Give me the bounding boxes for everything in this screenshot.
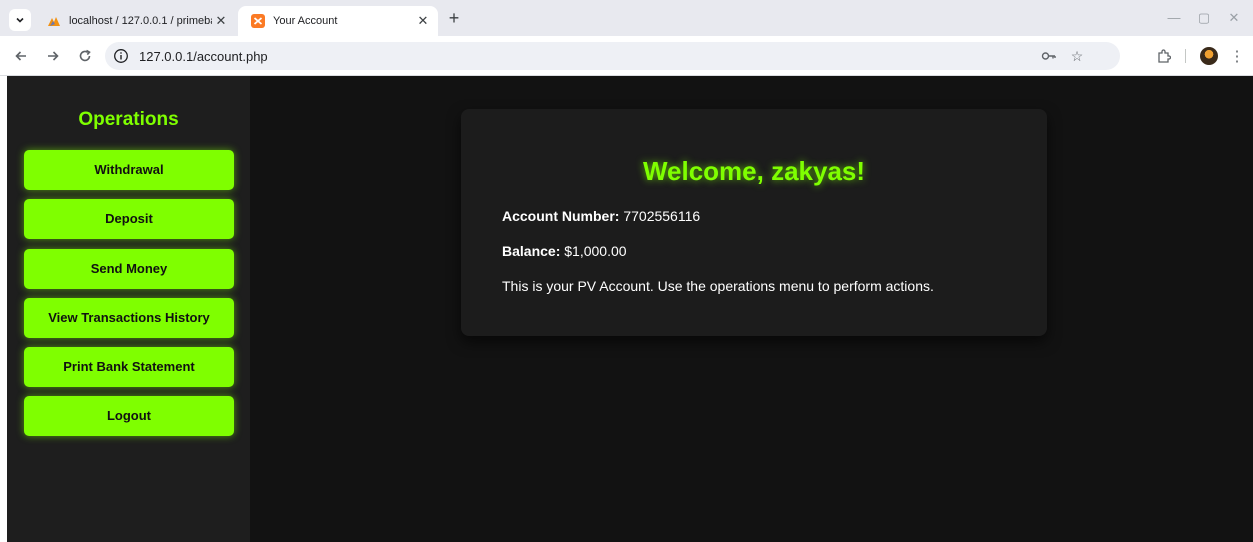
close-tab-icon[interactable]: ✕	[414, 13, 432, 29]
welcome-heading: Welcome, zakyas!	[642, 156, 866, 186]
forward-icon[interactable]	[42, 45, 64, 67]
browser-tabstrip: localhost / 127.0.0.1 / primebar ✕ Your …	[0, 0, 1253, 36]
back-icon[interactable]	[10, 45, 32, 67]
balance-value: $1,000.00	[564, 243, 627, 259]
tab-title: localhost / 127.0.0.1 / primebar	[69, 15, 212, 27]
browser-toolbar: 127.0.0.1/account.php ☆ ⋮	[0, 36, 1253, 76]
url-text: 127.0.0.1/account.php	[139, 49, 268, 64]
account-number-label: Account Number:	[502, 208, 620, 224]
tab-search-button[interactable]	[9, 9, 31, 31]
tab-your-account[interactable]: Your Account ✕	[238, 6, 438, 36]
sidebar-title: Operations	[78, 109, 179, 130]
page-left-edge	[0, 76, 7, 542]
page-viewport: Operations Withdrawal Deposit Send Money…	[0, 76, 1253, 542]
balance-row: Balance: $1,000.00	[502, 243, 627, 259]
account-message: This is your PV Account. Use the operati…	[502, 278, 934, 294]
account-number-value: 7702556116	[623, 208, 701, 224]
operations-sidebar: Operations Withdrawal Deposit Send Money…	[7, 76, 250, 542]
close-window-icon[interactable]: ✕	[1220, 8, 1248, 28]
xampp-icon	[251, 14, 265, 28]
toolbar-separator	[1185, 49, 1186, 63]
maximize-icon[interactable]: ▢	[1190, 8, 1218, 28]
withdrawal-button[interactable]: Withdrawal	[24, 150, 234, 190]
tab-title: Your Account	[273, 15, 338, 27]
key-icon[interactable]	[1040, 47, 1058, 65]
extensions-icon[interactable]	[1152, 45, 1174, 67]
phpmyadmin-icon	[48, 17, 60, 26]
account-number-row: Account Number: 7702556116	[502, 208, 700, 224]
minimize-icon[interactable]: —	[1160, 8, 1188, 28]
deposit-button[interactable]: Deposit	[24, 199, 234, 240]
logout-button[interactable]: Logout	[24, 396, 234, 437]
chevron-down-icon	[16, 17, 24, 23]
send-money-button[interactable]: Send Money	[24, 248, 234, 289]
profile-avatar[interactable]	[1198, 45, 1220, 67]
new-tab-button[interactable]: +	[444, 8, 464, 28]
tab-phpmyadmin[interactable]: localhost / 127.0.0.1 / primebar ✕	[36, 6, 236, 36]
kebab-menu-icon[interactable]: ⋮	[1226, 45, 1248, 67]
reload-icon[interactable]	[74, 45, 96, 67]
print-bank-statement-button[interactable]: Print Bank Statement	[24, 347, 234, 388]
info-icon[interactable]	[113, 48, 129, 64]
balance-label: Balance:	[502, 243, 561, 259]
view-transactions-history-button[interactable]: View Transactions History	[24, 297, 234, 338]
operations-menu: Withdrawal Deposit Send Money View Trans…	[24, 150, 234, 446]
address-bar[interactable]: 127.0.0.1/account.php ☆	[105, 42, 1120, 70]
close-tab-icon[interactable]: ✕	[212, 13, 230, 29]
account-card: Welcome, zakyas! Account Number: 7702556…	[461, 109, 1047, 336]
star-icon[interactable]: ☆	[1068, 47, 1086, 65]
